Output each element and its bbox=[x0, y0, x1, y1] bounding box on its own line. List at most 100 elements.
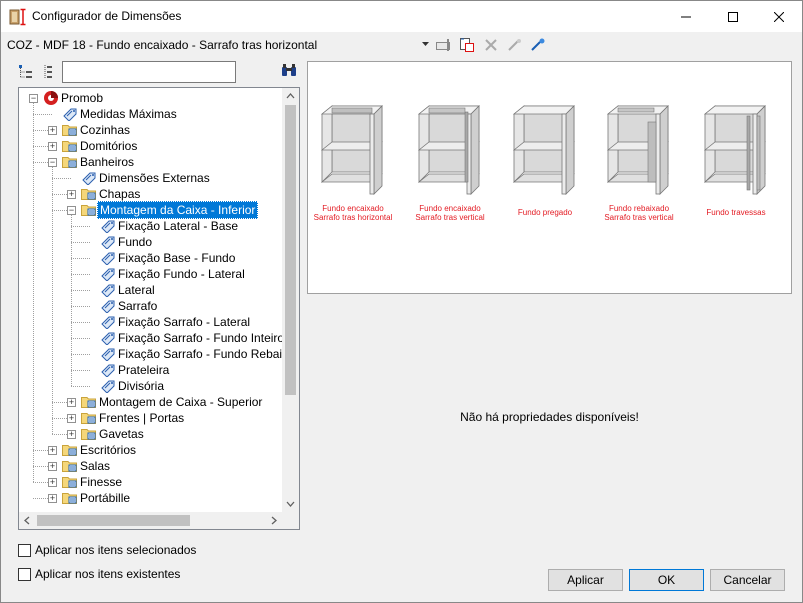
vertical-scroll-thumb[interactable] bbox=[285, 105, 296, 395]
tree-node[interactable]: Promob bbox=[43, 90, 105, 106]
tree-node-label: Medidas Máximas bbox=[80, 107, 177, 121]
expand-node-icon[interactable]: + bbox=[48, 126, 57, 135]
tree-node[interactable]: Fixação Lateral - Base bbox=[100, 218, 240, 234]
scroll-down-icon[interactable] bbox=[282, 495, 299, 512]
tree-node[interactable]: Fixação Sarrafo - Fundo Rebaixado bbox=[100, 346, 282, 362]
collapse-node-icon[interactable]: − bbox=[67, 206, 76, 215]
construction-option[interactable]: Fundo rebaixado Sarrafo tras vertical bbox=[599, 102, 679, 222]
horizontal-scroll-thumb[interactable] bbox=[37, 515, 190, 526]
expand-node-icon[interactable]: + bbox=[48, 446, 57, 455]
tree-node[interactable]: Banheiros bbox=[62, 154, 136, 170]
scroll-left-icon[interactable] bbox=[19, 512, 36, 529]
tag-icon bbox=[63, 108, 77, 121]
option-caption: Fundo pregado bbox=[505, 208, 585, 217]
new-configuration-button[interactable] bbox=[458, 36, 476, 54]
tree-node-label: Montagem de Caixa - Superior bbox=[99, 395, 263, 409]
tree-guide-line bbox=[71, 210, 72, 386]
expand-node-icon[interactable]: + bbox=[48, 478, 57, 487]
tree-node[interactable]: Fundo bbox=[100, 234, 154, 250]
tree-node[interactable]: Fixação Sarrafo - Lateral bbox=[100, 314, 252, 330]
apply-existing-checkbox[interactable] bbox=[18, 568, 31, 581]
scroll-right-icon[interactable] bbox=[265, 512, 282, 529]
tree-node[interactable]: Dimensões Externas bbox=[81, 170, 212, 186]
tree-guide-line bbox=[71, 306, 90, 307]
tree-node[interactable]: Fixação Fundo - Lateral bbox=[100, 266, 247, 282]
tree-node[interactable]: Escritórios bbox=[62, 442, 138, 458]
scroll-up-icon[interactable] bbox=[282, 88, 299, 105]
expand-node-icon[interactable]: + bbox=[67, 190, 76, 199]
tree-node[interactable]: Finesse bbox=[62, 474, 124, 490]
no-properties-message: Não há propriedades disponíveis! bbox=[460, 410, 639, 424]
expand-node-icon[interactable]: + bbox=[48, 142, 57, 151]
tree-node-label: Portábille bbox=[80, 491, 131, 505]
tree-node-label: Fixação Sarrafo - Fundo Inteiro bbox=[118, 331, 282, 345]
option-caption-line1: Fundo pregado bbox=[517, 208, 573, 217]
tree-node[interactable]: Portábille bbox=[62, 490, 132, 506]
tree-node[interactable]: Frentes | Portas bbox=[81, 410, 186, 426]
tree-node[interactable]: Prateleira bbox=[100, 362, 171, 378]
minimize-icon bbox=[681, 16, 691, 17]
binoculars-icon[interactable] bbox=[281, 64, 297, 77]
tree-node[interactable]: Chapas bbox=[81, 186, 142, 202]
tree-node[interactable]: Lateral bbox=[100, 282, 157, 298]
collapse-node-icon[interactable]: − bbox=[48, 158, 57, 167]
category-tree[interactable]: − Promob Medidas Máximas + Cozinhas + Domitóri… bbox=[18, 87, 300, 530]
tree-node-label: Promob bbox=[61, 91, 104, 105]
expand-node-icon[interactable]: + bbox=[67, 398, 76, 407]
apply-button[interactable]: Aplicar bbox=[548, 569, 623, 591]
option-caption: Fundo encaixado Sarrafo tras vertical bbox=[410, 204, 490, 222]
tree-node[interactable]: Divisória bbox=[100, 378, 166, 394]
minimize-button[interactable] bbox=[663, 1, 709, 32]
cabinet-thumbnail-icon bbox=[320, 105, 383, 195]
collapse-node-icon[interactable]: − bbox=[29, 94, 38, 103]
tree-guide-line bbox=[52, 178, 71, 179]
option-caption-line1: Fundo encaixado bbox=[322, 204, 384, 213]
expand-node-icon[interactable]: + bbox=[67, 430, 76, 439]
construction-option[interactable]: Fundo travessas bbox=[696, 102, 776, 217]
tree-node[interactable]: Salas bbox=[62, 458, 112, 474]
tree-node[interactable]: Sarrafo bbox=[100, 298, 159, 314]
horizontal-scrollbar[interactable] bbox=[19, 512, 282, 529]
folder-icon bbox=[81, 205, 96, 216]
expand-tree-icon[interactable] bbox=[18, 64, 34, 80]
configuration-combo[interactable]: COZ - MDF 18 - Fundo encaixado - Sarrafo… bbox=[7, 38, 317, 52]
apply-tool-button[interactable] bbox=[529, 36, 547, 54]
edit-button[interactable] bbox=[506, 36, 524, 54]
chevron-down-icon[interactable] bbox=[422, 42, 429, 46]
tree-node-label: Divisória bbox=[118, 379, 165, 393]
tag-icon bbox=[101, 348, 115, 361]
vertical-scrollbar[interactable] bbox=[282, 88, 299, 512]
apply-selected-checkbox[interactable] bbox=[18, 544, 31, 557]
option-caption-line1: Fundo rebaixado bbox=[608, 204, 670, 213]
rename-button[interactable] bbox=[435, 36, 453, 54]
collapse-tree-icon[interactable] bbox=[41, 64, 57, 80]
tree-node[interactable]: Cozinhas bbox=[62, 122, 132, 138]
construction-option[interactable]: Fundo encaixado Sarrafo tras vertical bbox=[410, 102, 490, 222]
construction-option[interactable]: Fundo pregado bbox=[505, 102, 585, 217]
folder-icon bbox=[62, 445, 77, 456]
tag-icon bbox=[101, 220, 115, 233]
tree-node[interactable]: Gavetas bbox=[81, 426, 146, 442]
ok-button[interactable]: OK bbox=[629, 569, 704, 591]
maximize-button[interactable] bbox=[710, 1, 756, 32]
tree-guide-line bbox=[71, 226, 90, 227]
construction-option[interactable]: Fundo encaixado Sarrafo tras horizontal bbox=[313, 102, 393, 222]
search-input[interactable] bbox=[62, 61, 236, 83]
expand-node-icon[interactable]: + bbox=[67, 414, 76, 423]
close-button[interactable] bbox=[756, 1, 802, 32]
tree-node[interactable]: Domitórios bbox=[62, 138, 139, 154]
tree-node-label: Frentes | Portas bbox=[99, 411, 185, 425]
cancel-button[interactable]: Cancelar bbox=[710, 569, 785, 591]
tree-node[interactable]: Montagem da Caixa - Inferior bbox=[81, 201, 259, 219]
tree-node[interactable]: Montagem de Caixa - Superior bbox=[81, 394, 264, 410]
tree-node-label: Escritórios bbox=[80, 443, 137, 457]
delete-button[interactable] bbox=[482, 36, 500, 54]
tree-node-label: Gavetas bbox=[99, 427, 144, 441]
promob-logo-icon bbox=[44, 91, 58, 105]
tree-node[interactable]: Medidas Máximas bbox=[62, 106, 179, 122]
tree-node[interactable]: Fixação Sarrafo - Fundo Inteiro bbox=[100, 330, 282, 346]
expand-node-icon[interactable]: + bbox=[48, 462, 57, 471]
expand-node-icon[interactable]: + bbox=[48, 494, 57, 503]
tag-icon bbox=[101, 364, 115, 377]
tree-node[interactable]: Fixação Base - Fundo bbox=[100, 250, 237, 266]
